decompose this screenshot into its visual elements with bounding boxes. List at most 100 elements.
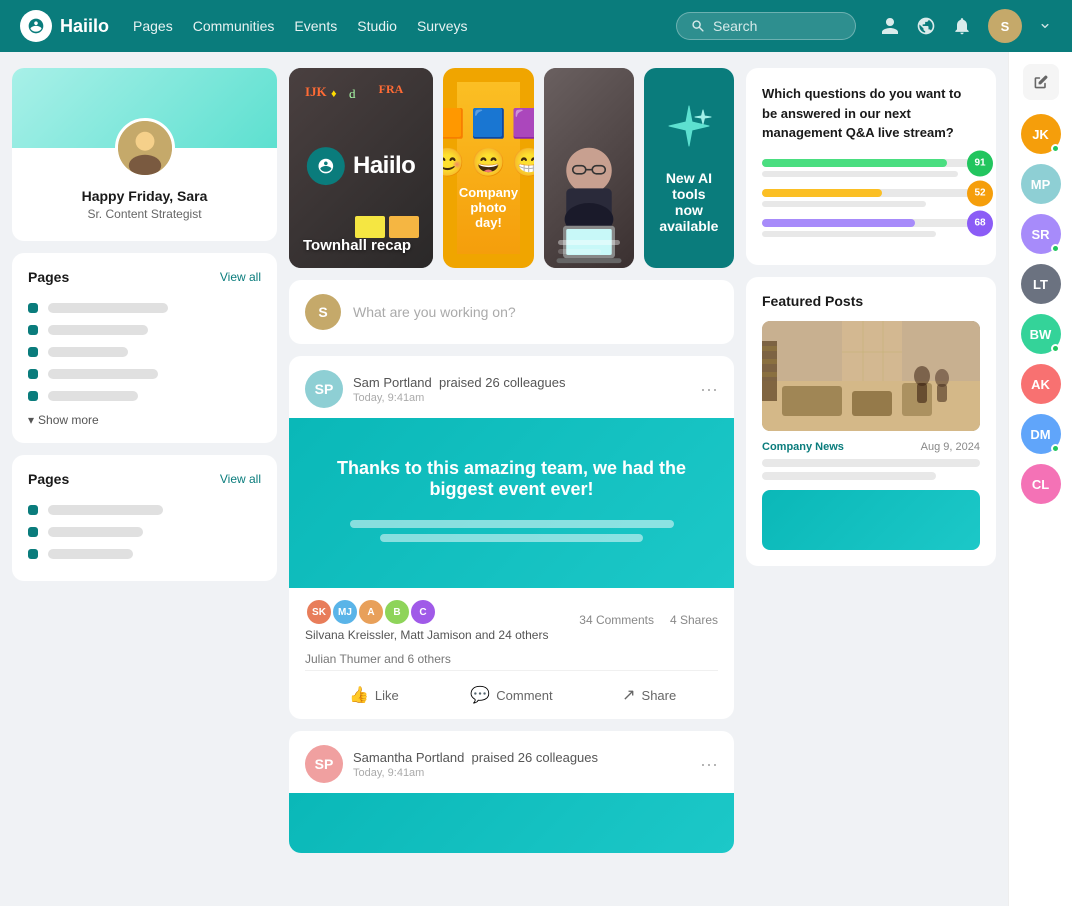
view-all-link-1[interactable]: View all (220, 270, 261, 284)
strip-avatar-0[interactable]: JK (1021, 114, 1061, 154)
post-more-button-0[interactable]: ··· (700, 379, 718, 400)
featured-post-image[interactable] (762, 321, 980, 431)
poll-bar-1 (762, 189, 882, 197)
list-item[interactable] (28, 385, 261, 407)
logo-icon (20, 10, 52, 42)
post-time-1: Today, 9:41am (353, 767, 690, 779)
reaction-av-1: SK (305, 598, 333, 626)
strip-avatar-5[interactable]: AK (1021, 364, 1061, 404)
list-item[interactable] (28, 319, 261, 341)
right-sidebar: Which questions do you want to be answer… (746, 68, 996, 853)
strip-avatar-6[interactable]: DM (1021, 414, 1061, 454)
post-teal-body-0: Thanks to this amazing team, we had the … (289, 418, 734, 588)
strip-avatar-1[interactable]: MP (1021, 164, 1061, 204)
search-bar[interactable]: Search (676, 12, 856, 40)
profile-greeting: Happy Friday, Sara (12, 188, 277, 204)
post-reactions-0: SK MJ A B C Silvana Kreissler, Matt Jami… (289, 588, 734, 648)
page-dot (28, 369, 38, 379)
shares-count-0: 4 Shares (670, 613, 718, 627)
poll-bar-wrap-1: 52 (762, 189, 980, 197)
nav-surveys[interactable]: Surveys (417, 18, 468, 34)
post-more-button-1[interactable]: ··· (700, 754, 718, 775)
widget-title-2: Pages (28, 471, 69, 487)
strip-avatar-4[interactable]: BW (1021, 314, 1061, 354)
post-header-0: SP Sam Portland praised 26 colleagues To… (289, 356, 734, 418)
banner-ai-tools[interactable]: New AI tools now available (644, 68, 734, 268)
post-author-info-1: Samantha Portland praised 26 colleagues … (353, 750, 690, 779)
strip-avatar-2[interactable]: SR (1021, 214, 1061, 254)
list-item[interactable] (28, 297, 261, 319)
widget-header-1: Pages View all (28, 269, 261, 285)
banner-photo-day-label: Company photo day! (457, 185, 519, 230)
strip-avatar-3[interactable]: LT (1021, 264, 1061, 304)
poll-option-2[interactable]: 68 (762, 219, 980, 237)
poll-question: Which questions do you want to be answer… (762, 84, 980, 143)
page-dot (28, 391, 38, 401)
post-teal-body-1 (289, 793, 734, 853)
post-card-1: SP Samantha Portland praised 26 colleagu… (289, 731, 734, 853)
banner-emoji-row: 🟧 🟦 🟪 (443, 107, 533, 140)
poll-score-2: 68 (967, 210, 993, 236)
share-button-0[interactable]: ↗ Share (580, 677, 718, 713)
globe-icon[interactable] (916, 16, 936, 36)
poll-score-0: 91 (967, 150, 993, 176)
post-header-1: SP Samantha Portland praised 26 colleagu… (289, 731, 734, 793)
page-dot (28, 549, 38, 559)
post-teal-text-0: Thanks to this amazing team, we had the … (309, 458, 714, 500)
profile-card: Happy Friday, Sara Sr. Content Strategis… (12, 68, 277, 241)
profile-avatar-wrap (12, 118, 277, 178)
page-dot (28, 325, 38, 335)
poll-bar-2 (762, 219, 915, 227)
nav-events[interactable]: Events (294, 18, 337, 34)
nav-communities[interactable]: Communities (193, 18, 275, 34)
post-teal-bar-2 (380, 534, 643, 542)
page-label (48, 325, 148, 335)
featured-post-teal[interactable] (762, 490, 980, 550)
like-button-0[interactable]: 👍 Like (305, 677, 443, 713)
featured-text-line-1 (762, 459, 980, 467)
compose-button[interactable] (1023, 64, 1059, 100)
reaction-av-2: MJ (331, 598, 359, 626)
banner-photo-day-inner: 🟧 🟦 🟪 😊😄😁 Company photo day! (457, 82, 519, 254)
banner-townhall[interactable]: Haiilo IJK FRA ♦ d Townhall recap (289, 68, 433, 268)
list-item[interactable] (28, 543, 261, 565)
comment-button-0[interactable]: 💬 Comment (443, 677, 581, 713)
list-item[interactable] (28, 363, 261, 385)
bell-icon[interactable] (952, 16, 972, 36)
featured-posts-title: Featured Posts (762, 293, 980, 309)
page-label (48, 549, 133, 559)
avatars-strip: JK MP SR LT BW AK DM CL (1008, 52, 1072, 906)
poll-option-1[interactable]: 52 (762, 189, 980, 207)
comment-label-0: Comment (496, 688, 552, 703)
nav-pages[interactable]: Pages (133, 18, 173, 34)
commentor-line: Julian Thumer and 6 others (289, 648, 734, 670)
post-author-name-1: Samantha Portland praised 26 colleagues (353, 750, 690, 765)
banner-person[interactable] (544, 68, 634, 268)
nav-studio[interactable]: Studio (357, 18, 397, 34)
share-icon: ↗ (622, 685, 635, 705)
list-item[interactable] (28, 341, 261, 363)
poll-bar-wrap-2: 68 (762, 219, 980, 227)
page-dot (28, 303, 38, 313)
user-avatar[interactable]: S (988, 9, 1022, 43)
profile-icon[interactable] (880, 16, 900, 36)
chevron-down-icon[interactable] (1038, 19, 1052, 33)
list-item[interactable] (28, 499, 261, 521)
comment-icon: 💬 (470, 685, 490, 705)
page-label (48, 527, 143, 537)
widget-header-2: Pages View all (28, 471, 261, 487)
post-input-placeholder[interactable]: What are you working on? (353, 304, 718, 320)
reaction-names-0: Silvana Kreissler, Matt Jamison and 24 o… (305, 628, 548, 642)
logo[interactable]: Haiilo (20, 10, 109, 42)
strip-avatar-7[interactable]: CL (1021, 464, 1061, 504)
list-item[interactable] (28, 521, 261, 543)
banner-photo-day[interactable]: 🟧 🟦 🟪 😊😄😁 Company photo day! (443, 68, 533, 268)
post-author-avatar-0: SP (305, 370, 343, 408)
post-input-card: S What are you working on? (289, 280, 734, 344)
show-more-button[interactable]: ▾ Show more (28, 413, 261, 427)
poll-option-0[interactable]: 91 (762, 159, 980, 177)
pages-widget-2: Pages View all (12, 455, 277, 581)
view-all-link-2[interactable]: View all (220, 472, 261, 486)
banner-ai-label: New AI tools now available (658, 170, 720, 234)
profile-avatar[interactable] (115, 118, 175, 178)
